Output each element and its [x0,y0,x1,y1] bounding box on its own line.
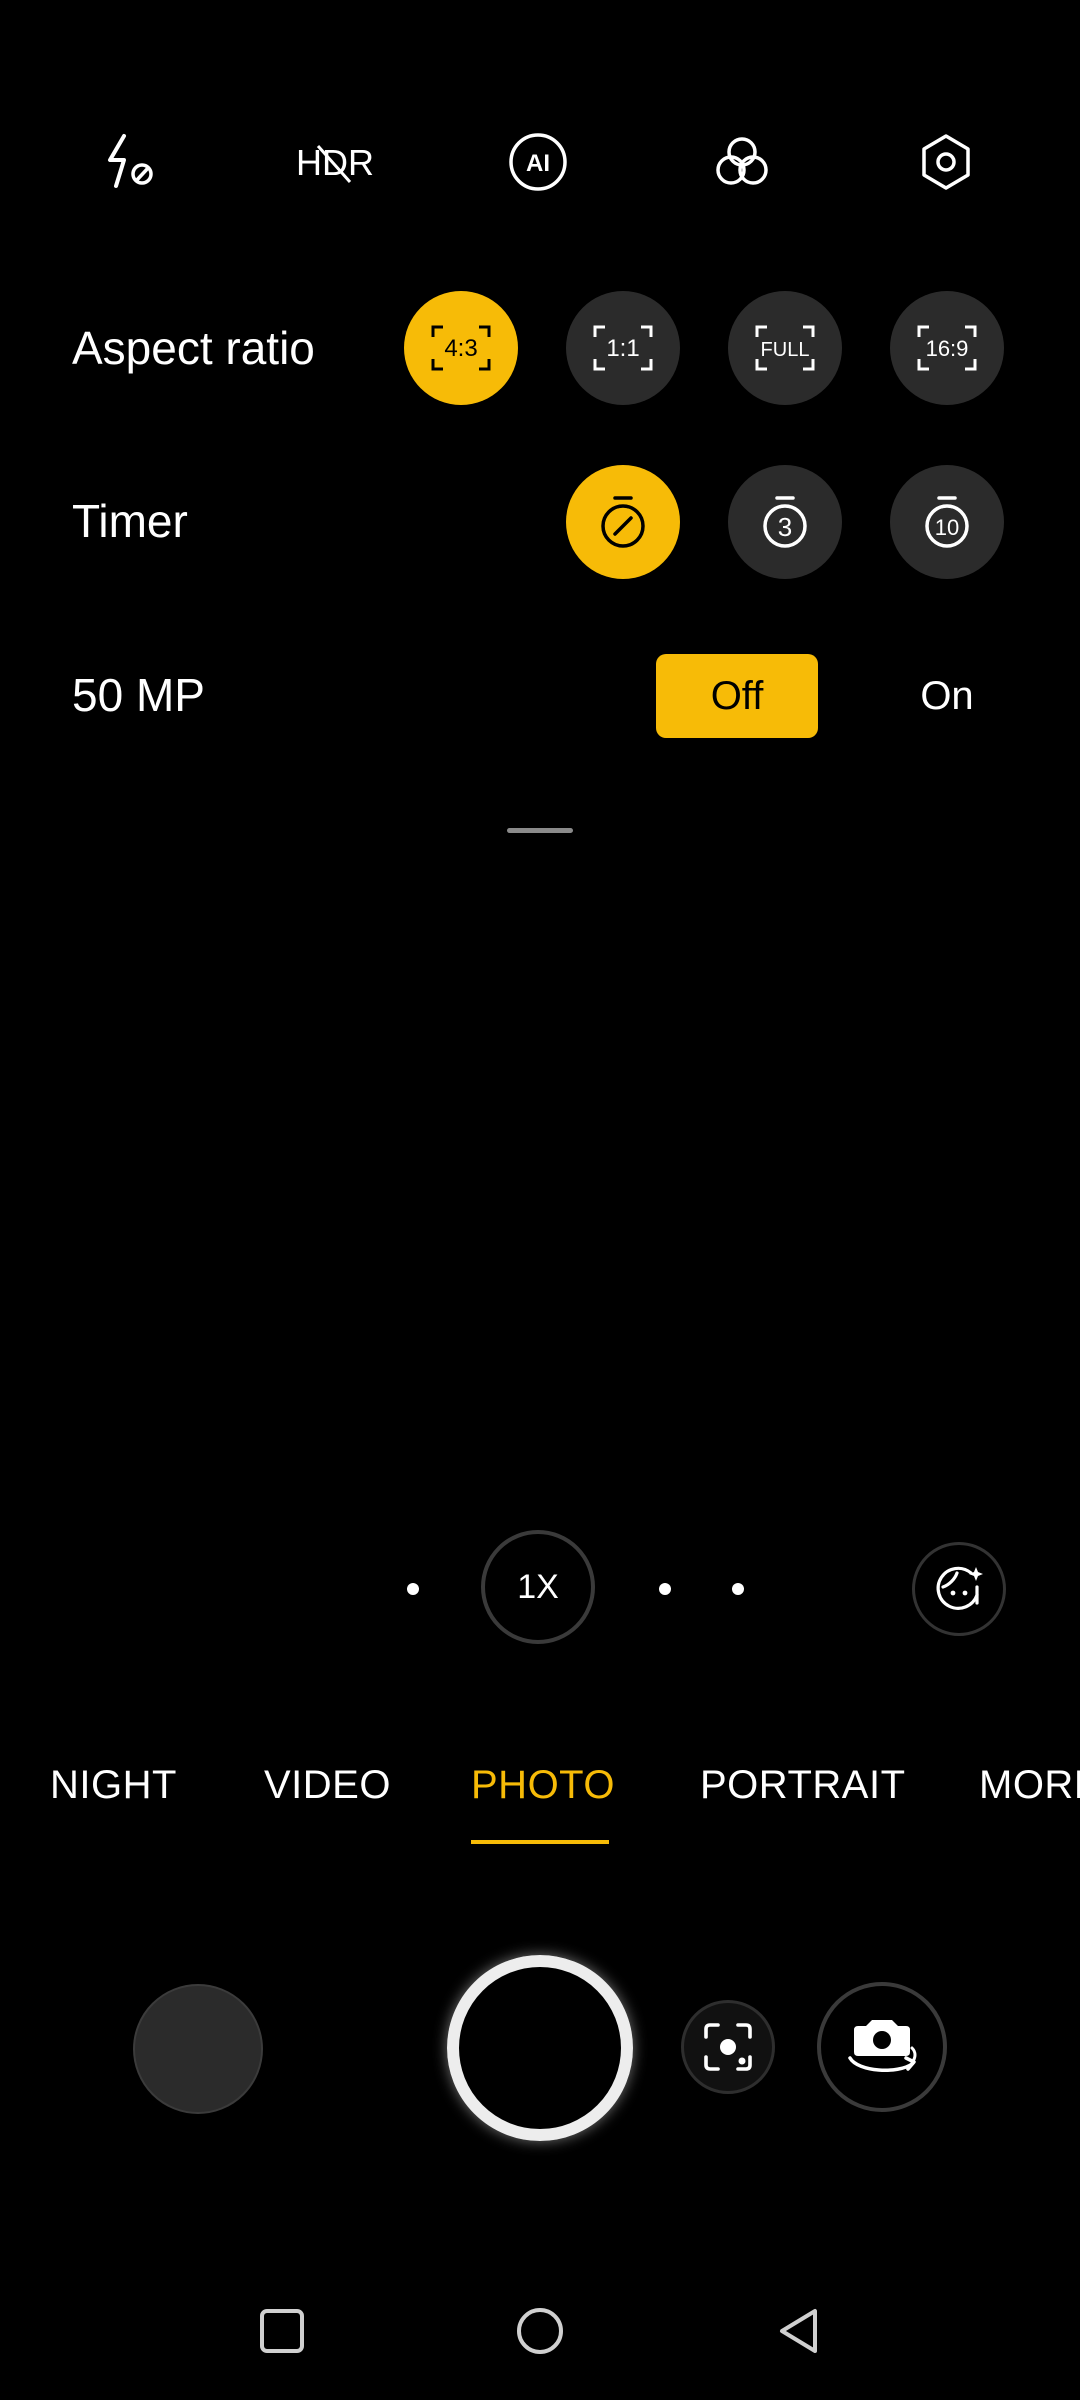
filters-icon [716,137,768,185]
zoom-level-dot[interactable] [732,1583,744,1595]
zoom-label: 1X [517,1567,559,1606]
flash-off-icon [108,134,153,188]
settings-icon [922,134,970,190]
hdr-button[interactable]: HDR [292,122,378,202]
timer-label: Timer [72,495,188,547]
mode-selected-indicator [471,1840,609,1844]
aspect-4-3-label: 4:3 [444,335,477,362]
zoom-level-dot[interactable] [659,1583,671,1595]
lens-scan-icon [704,2023,752,2071]
google-lens-button[interactable] [681,2000,775,2094]
timer-3s-icon: 3 [763,496,807,548]
megapixel-on-button[interactable]: On [866,654,1028,738]
hdr-off-icon: HDR [296,142,374,183]
timer-10s-label: 10 [935,515,959,540]
switch-camera-button[interactable] [817,1982,947,2112]
timer-off-icon [601,496,645,548]
nav-home-button[interactable] [505,2296,575,2366]
nav-back-button[interactable] [765,2296,835,2366]
ai-label: AI [526,150,550,177]
aspect-full-icon: FULL [755,325,815,371]
ai-icon: AI [509,133,567,191]
aspect-1-1-option[interactable]: 1:1 [566,291,680,405]
circle-icon [517,2308,563,2354]
triangle-back-icon [780,2309,817,2353]
beauty-face-icon [936,1566,983,1610]
aspect-4-3-option[interactable]: 4:3 [404,291,518,405]
aspect-1-1-label: 1:1 [606,335,639,362]
aspect-ratio-label: Aspect ratio [72,322,315,374]
ai-button[interactable]: AI [498,122,578,202]
beauty-button[interactable] [912,1542,1006,1636]
settings-panel-handle[interactable] [507,828,573,833]
filters-button[interactable] [702,122,782,202]
hdr-label: HDR [296,142,374,183]
timer-10s-option[interactable]: 10 [890,465,1004,579]
aspect-16-9-option[interactable]: 16:9 [890,291,1004,405]
timer-off-option[interactable] [566,465,680,579]
flip-camera-icon [848,2020,917,2072]
megapixel-label: 50 MP [72,669,205,721]
aspect-full-option[interactable]: FULL [728,291,842,405]
bottom-controls: NIGHT VIDEO PHOTO PORTRAIT MORE [0,1680,1080,2400]
timer-3s-option[interactable]: 3 [728,465,842,579]
aspect-full-label: FULL [761,339,810,361]
aspect-1-1-icon: 1:1 [593,325,653,371]
mode-night[interactable]: NIGHT [50,1763,177,1808]
settings-button[interactable] [906,122,986,202]
aspect-4-3-icon: 4:3 [431,325,491,371]
mode-portrait[interactable]: PORTRAIT [700,1763,906,1808]
mode-photo[interactable]: PHOTO [471,1763,615,1808]
mode-video[interactable]: VIDEO [264,1763,391,1808]
zoom-level-dot[interactable] [407,1583,419,1595]
gallery-thumbnail[interactable] [133,1984,263,2114]
flash-off-button[interactable] [90,122,170,202]
zoom-button[interactable]: 1X [481,1530,595,1644]
timer-10s-icon: 10 [925,496,969,548]
aspect-16-9-label: 16:9 [926,336,969,361]
nav-recents-button[interactable] [247,2296,317,2366]
megapixel-off-button[interactable]: Off [656,654,818,738]
aspect-16-9-icon: 16:9 [917,325,977,371]
timer-3s-label: 3 [778,512,792,542]
mode-more[interactable]: MORE [979,1763,1080,1808]
square-icon [260,2309,304,2353]
shutter-button[interactable] [447,1955,633,2141]
